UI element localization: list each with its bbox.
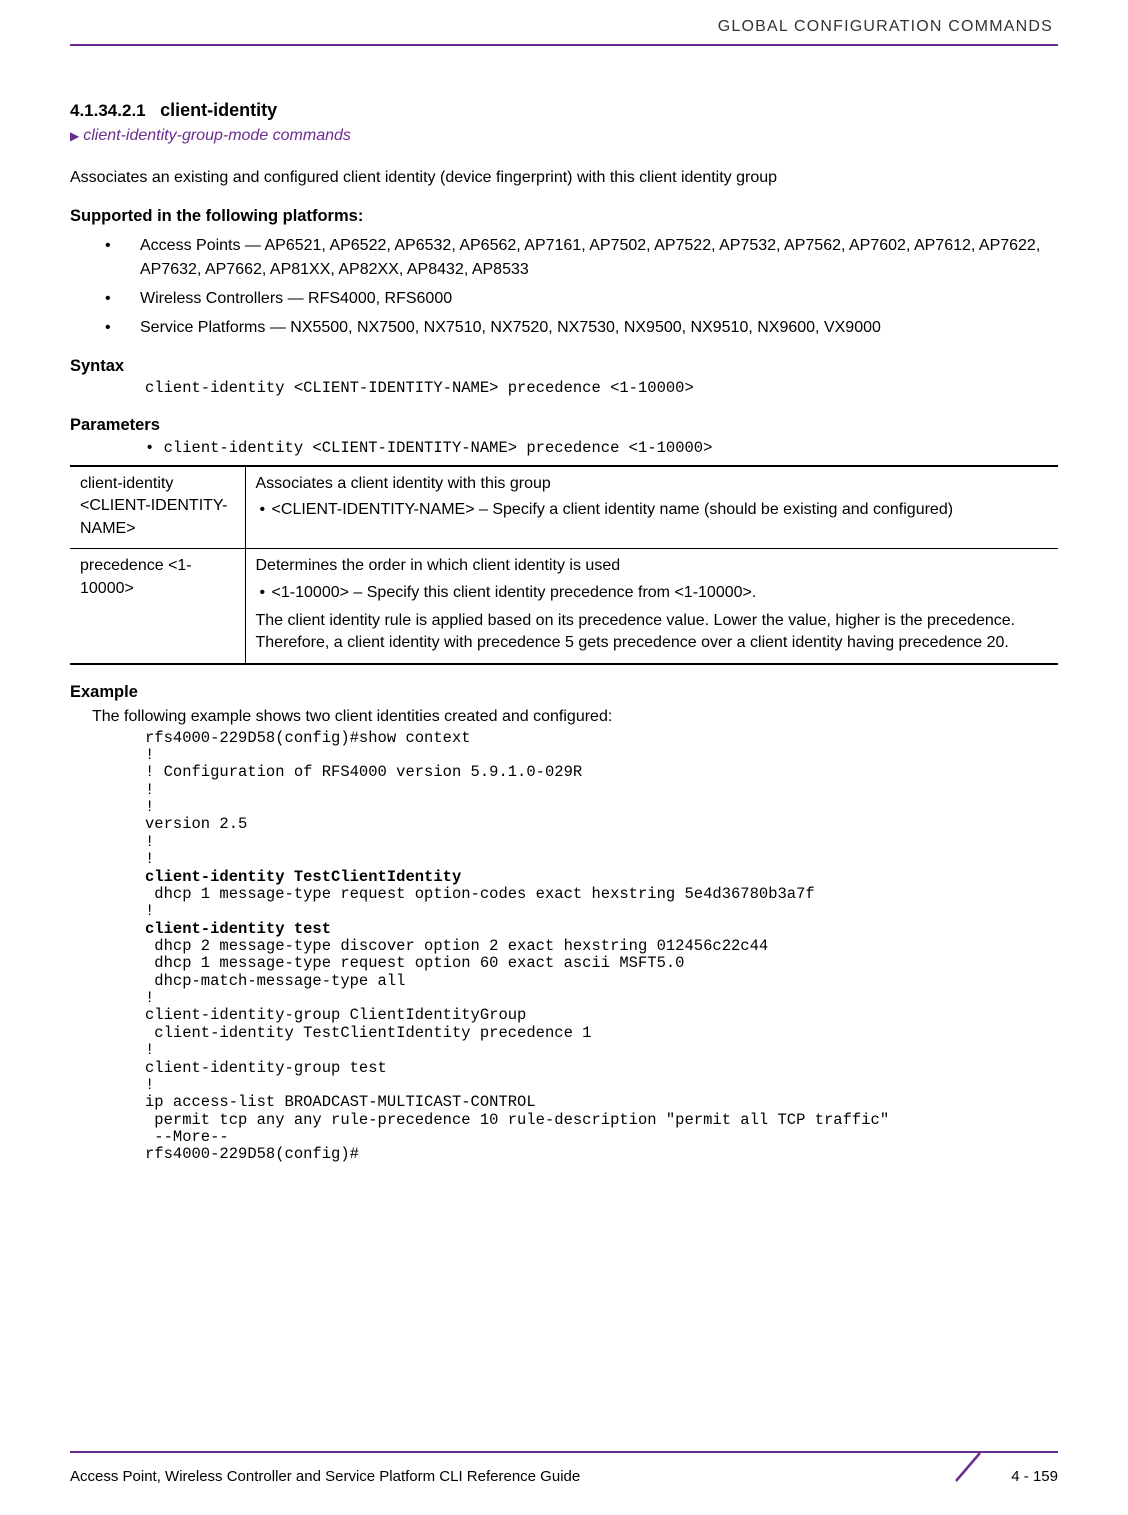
list-item: •Wireless Controllers — RFS4000, RFS6000 — [105, 287, 1058, 310]
param-name-cell: precedence <1-10000> — [70, 549, 245, 664]
param-name-cell: client-identity <CLIENT-IDENTITY-NAME> — [70, 466, 245, 549]
footer-rule — [70, 1451, 1058, 1453]
breadcrumb-text: client-identity-group-mode commands — [83, 127, 351, 145]
section-title: client-identity — [160, 100, 277, 120]
footer-left: Access Point, Wireless Controller and Se… — [70, 1468, 580, 1485]
example-heading: Example — [70, 683, 1058, 702]
param-desc-cell: Determines the order in which client ide… — [245, 549, 1058, 664]
page-content: 4.1.34.2.1 client-identity ▶ client-iden… — [70, 100, 1058, 1164]
table-row: precedence <1-10000> Determines the orde… — [70, 549, 1058, 664]
supported-heading: Supported in the following platforms: — [70, 207, 1058, 226]
running-header: GLOBAL CONFIGURATION COMMANDS — [718, 18, 1053, 36]
example-intro: The following example shows two client i… — [92, 708, 1058, 726]
supported-list: •Access Points — AP6521, AP6522, AP6532,… — [105, 234, 1058, 339]
section-description: Associates an existing and configured cl… — [70, 167, 1058, 189]
list-item: •Service Platforms — NX5500, NX7500, NX7… — [105, 316, 1058, 339]
page-number: 4 - 159 — [1011, 1468, 1058, 1485]
section-heading: 4.1.34.2.1 client-identity — [70, 100, 1058, 121]
header-rule — [70, 44, 1058, 46]
syntax-code: client-identity <CLIENT-IDENTITY-NAME> p… — [145, 380, 1058, 398]
list-item: •Access Points — AP6521, AP6522, AP6532,… — [105, 234, 1058, 280]
parameters-table: client-identity <CLIENT-IDENTITY-NAME> A… — [70, 465, 1058, 665]
table-row: client-identity <CLIENT-IDENTITY-NAME> A… — [70, 466, 1058, 549]
example-code: rfs4000-229D58(config)#show context ! ! … — [145, 730, 1058, 1164]
page-footer: Access Point, Wireless Controller and Se… — [70, 1468, 1058, 1485]
section-number: 4.1.34.2.1 — [70, 101, 146, 120]
breadcrumb: ▶ client-identity-group-mode commands — [70, 127, 1058, 145]
breadcrumb-arrow-icon: ▶ — [70, 129, 79, 143]
parameters-bullet: client-identity <CLIENT-IDENTITY-NAME> p… — [145, 439, 1058, 457]
param-desc-cell: Associates a client identity with this g… — [245, 466, 1058, 549]
syntax-heading: Syntax — [70, 357, 1058, 376]
parameters-heading: Parameters — [70, 416, 1058, 435]
